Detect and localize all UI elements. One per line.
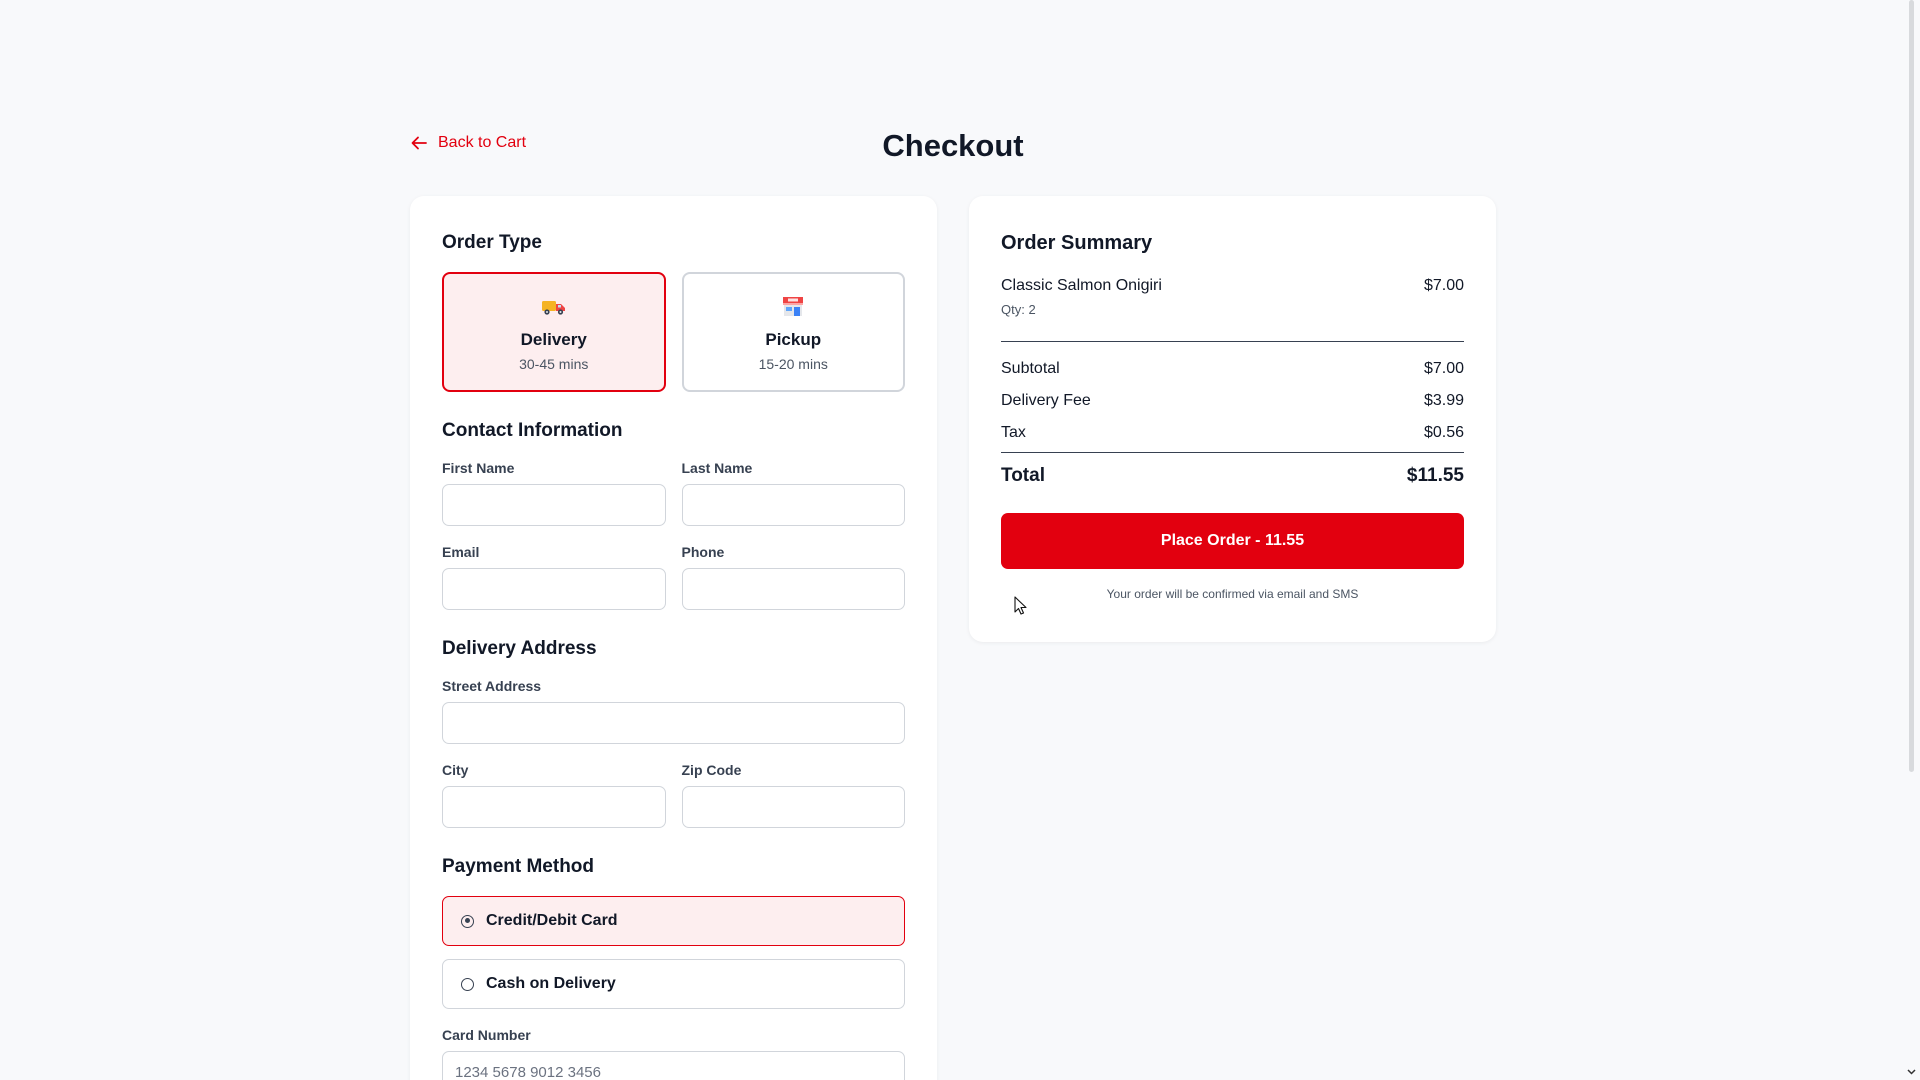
subtotal-value: $7.00 [1423, 360, 1464, 377]
delivery-time: 30-45 mins [519, 356, 589, 372]
delivery-address-title: Delivery Address [442, 638, 597, 659]
delivery-fee-label: Delivery Fee [1001, 392, 1091, 409]
phone-field[interactable] [681, 568, 905, 610]
total-value: $11.55 [1406, 465, 1464, 486]
email-field[interactable] [442, 568, 666, 610]
street-row: Street Address [442, 678, 905, 744]
phone-label: Phone [681, 544, 725, 560]
payment-option-cash[interactable]: Cash on Delivery [442, 959, 905, 1009]
zip-code-label: Zip Code [681, 762, 742, 778]
city-zip-row: City Zip Code [442, 762, 905, 828]
street-address-label: Street Address [442, 678, 542, 694]
order-summary-title: Order Summary [1001, 232, 1153, 254]
summary-divider [1001, 341, 1464, 342]
order-summary-card: Order Summary Classic Salmon Onigiri $7.… [969, 196, 1496, 642]
email-label: Email [442, 544, 480, 560]
email-phone-row: Email Phone [442, 544, 905, 610]
first-name-group: First Name [442, 460, 666, 526]
chevron-down-icon[interactable] [1907, 1067, 1916, 1076]
email-group: Email [442, 544, 666, 610]
payment-card-label: Credit/Debit Card [486, 912, 618, 929]
summary-item: Classic Salmon Onigiri $7.00 Qty: 2 [1001, 277, 1464, 317]
total-label: Total [1001, 465, 1045, 486]
pickup-time: 15-20 mins [758, 356, 828, 372]
radio-card[interactable] [461, 914, 474, 928]
tax-row: Tax $0.56 [1001, 424, 1464, 442]
checkout-header: Back to Cart Checkout [410, 128, 1496, 168]
pickup-label: Pickup [765, 330, 822, 349]
item-qty: Qty: 2 [1001, 302, 1036, 317]
order-type-title: Order Type [442, 232, 542, 253]
contact-info-title: Contact Information [442, 420, 623, 441]
first-name-label: First Name [442, 460, 515, 476]
subtotal-label: Subtotal [1001, 360, 1060, 377]
card-number-group: Card Number [442, 1027, 905, 1080]
order-type-options: Delivery 30-45 mins Pickup 15-20 mins [442, 272, 905, 392]
item-price: $7.00 [1423, 277, 1464, 294]
subtotal-row: Subtotal $7.00 [1001, 360, 1464, 378]
page-scrollbar[interactable] [1903, 0, 1920, 1080]
delivery-fee-value: $3.99 [1423, 392, 1464, 409]
city-label: City [442, 762, 469, 778]
delivery-truck-icon [541, 301, 565, 315]
first-name-field[interactable] [442, 484, 666, 526]
delivery-fee-row: Delivery Fee $3.99 [1001, 392, 1464, 410]
zip-group: Zip Code [681, 762, 905, 828]
item-name: Classic Salmon Onigiri [1001, 277, 1162, 294]
name-row: First Name Last Name [442, 460, 905, 526]
street-address-field[interactable] [442, 702, 905, 744]
city-field[interactable] [442, 786, 666, 828]
confirmation-note: Your order will be confirmed via email a… [1106, 587, 1359, 601]
tax-value: $0.56 [1423, 424, 1464, 441]
last-name-label: Last Name [681, 460, 753, 476]
street-group: Street Address [442, 678, 905, 744]
phone-group: Phone [681, 544, 905, 610]
tax-label: Tax [1001, 424, 1026, 441]
city-group: City [442, 762, 666, 828]
payment-cash-label: Cash on Delivery [486, 975, 616, 992]
radio-cash[interactable] [461, 977, 474, 991]
delivery-label: Delivery [520, 330, 587, 349]
page-title: Checkout [882, 128, 1024, 163]
zip-code-field[interactable] [681, 786, 905, 828]
checkout-form-card: Order Type Delivery 30-45 mins Pickup 15… [410, 196, 937, 1080]
last-name-field[interactable] [681, 484, 905, 526]
payment-method-title: Payment Method [442, 856, 595, 877]
store-icon [783, 297, 804, 316]
total-divider [1001, 452, 1464, 453]
scrollbar-thumb[interactable] [1909, 0, 1914, 772]
order-type-pickup[interactable]: Pickup 15-20 mins [681, 272, 905, 392]
total-row: Total $11.55 [1001, 465, 1464, 487]
card-number-label: Card Number [442, 1027, 531, 1043]
last-name-group: Last Name [681, 460, 905, 526]
card-number-field[interactable] [442, 1051, 905, 1080]
mouse-cursor-icon [1014, 596, 1027, 615]
place-order-button[interactable]: Place Order - 11.55 [1001, 513, 1464, 569]
payment-option-card[interactable]: Credit/Debit Card [442, 896, 905, 946]
order-type-delivery[interactable]: Delivery 30-45 mins [442, 272, 666, 392]
